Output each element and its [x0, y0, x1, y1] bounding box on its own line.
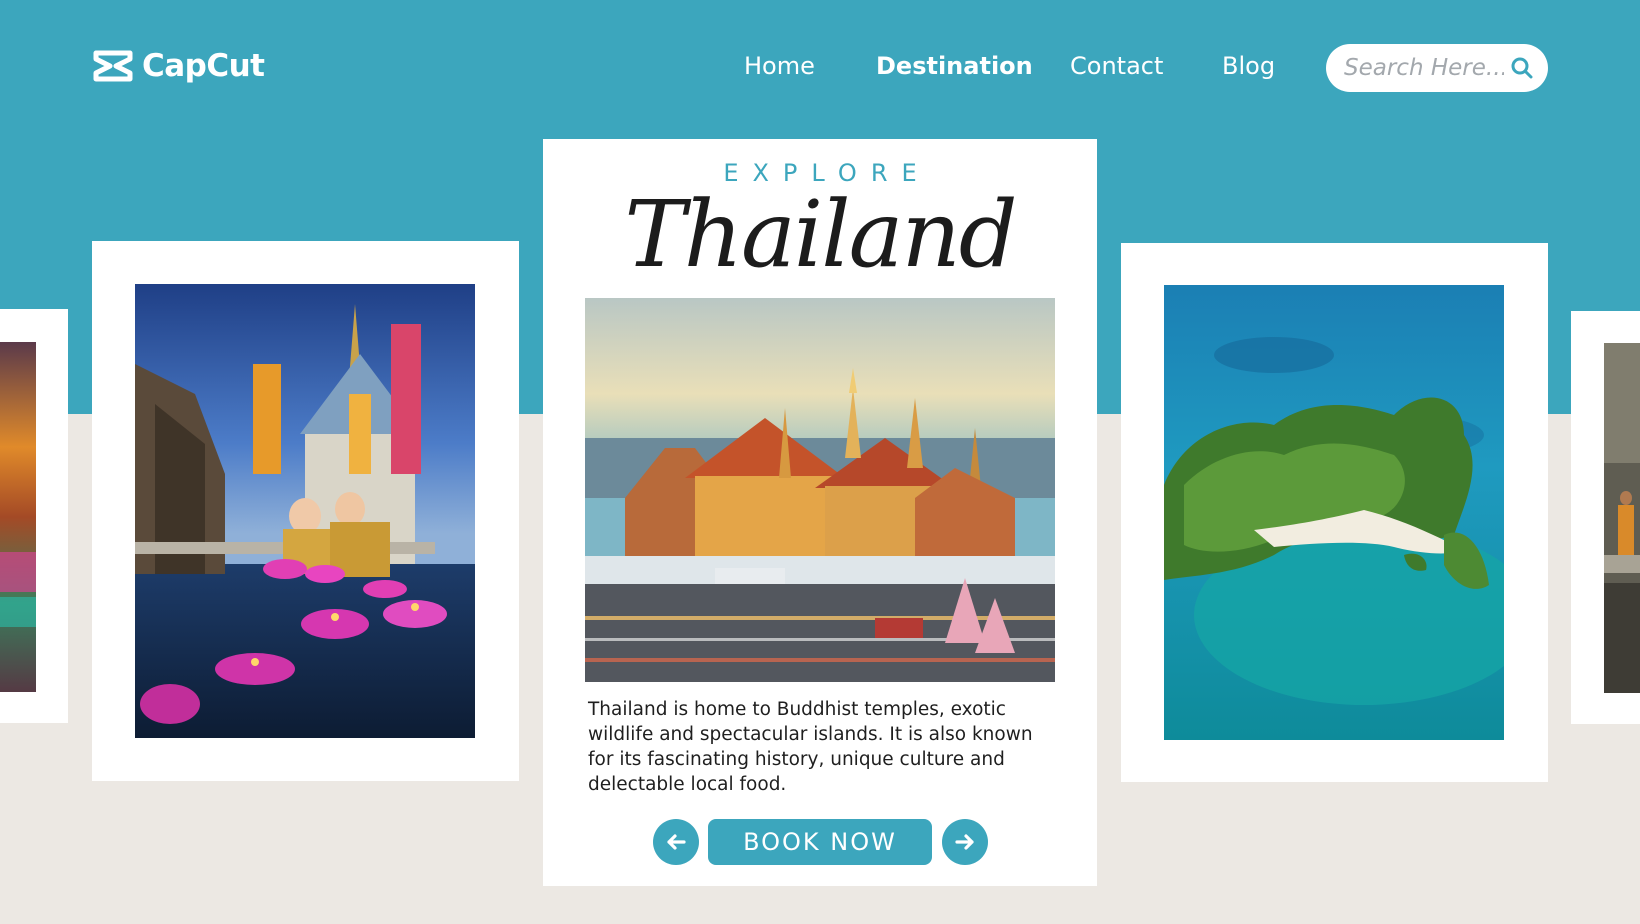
nav-item-home[interactable]: Home: [744, 52, 815, 80]
search-input[interactable]: [1344, 50, 1504, 86]
brand-logo[interactable]: CapCut: [92, 48, 265, 84]
slide-card-right[interactable]: [1121, 243, 1548, 782]
slide-card-left[interactable]: [92, 241, 519, 781]
island-aerial-photo: [1164, 285, 1504, 740]
arrow-right-icon: [955, 834, 974, 850]
nav-item-contact[interactable]: Contact: [1070, 52, 1163, 80]
arrow-left-icon: [667, 834, 686, 850]
featured-destination-card: EXPLORE Thailand Thailand is home to Bud…: [543, 139, 1097, 886]
search-icon[interactable]: [1510, 56, 1534, 80]
monk-forest-photo: [1604, 343, 1640, 693]
nav-item-blog[interactable]: Blog: [1222, 52, 1275, 80]
sunset-market-photo: [0, 342, 36, 692]
brand-name: CapCut: [142, 48, 265, 84]
grand-palace-photo: [585, 298, 1055, 682]
previous-button[interactable]: [653, 819, 699, 865]
nav-item-destination[interactable]: Destination: [876, 52, 1033, 80]
destination-title: Thailand: [624, 181, 1017, 288]
search-box: [1326, 44, 1548, 92]
slide-card-far-right[interactable]: [1571, 311, 1640, 724]
destination-description: Thailand is home to Buddhist temples, ex…: [588, 699, 1033, 795]
book-now-button[interactable]: BOOK NOW: [708, 819, 932, 865]
lantern-festival-photo: [135, 284, 475, 738]
next-button[interactable]: [942, 819, 988, 865]
slide-card-far-left[interactable]: [0, 309, 68, 723]
capcut-logo-icon: [93, 50, 133, 82]
